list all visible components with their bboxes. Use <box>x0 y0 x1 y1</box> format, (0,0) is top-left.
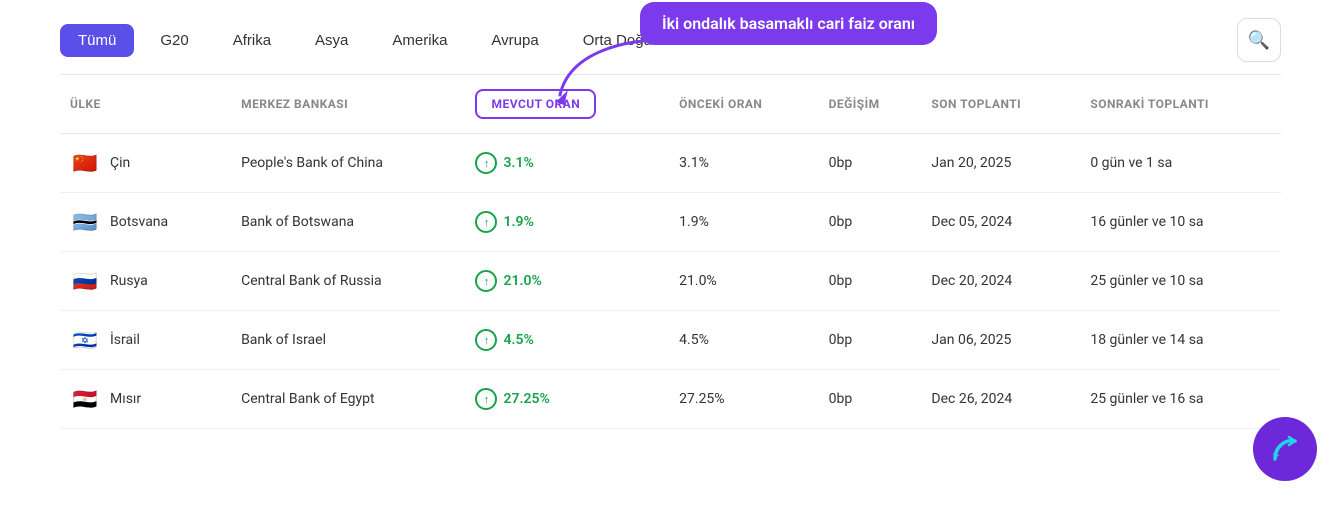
flag-3: 🇮🇱 <box>70 325 100 355</box>
logo-circle <box>1253 417 1317 481</box>
flag-4: 🇪🇬 <box>70 384 100 414</box>
search-button[interactable]: 🔍 <box>1237 18 1281 62</box>
nav-btn-asya[interactable]: Asya <box>297 24 366 57</box>
table-row[interactable]: 🇷🇺 Rusya Central Bank of Russia ↑ 21.0% … <box>60 252 1281 311</box>
top-nav: Tümü G20 Afrika Asya Amerika Avrupa Orta… <box>0 0 1341 74</box>
rate-up-icon-3: ↑ <box>475 329 497 351</box>
rate-up-icon-0: ↑ <box>475 152 497 174</box>
rate-value-0: 3.1% <box>503 155 533 171</box>
cell-bank-4: Central Bank of Egypt <box>231 370 465 429</box>
flag-2: 🇷🇺 <box>70 266 100 296</box>
cell-country-1: 🇧🇼 Botsvana <box>60 193 231 252</box>
flag-0: 🇨🇳 <box>70 148 100 178</box>
nav-btn-tumu[interactable]: Tümü <box>60 24 134 57</box>
cell-degisim-2: 0bp <box>819 252 922 311</box>
cell-country-2: 🇷🇺 Rusya <box>60 252 231 311</box>
cell-degisim-3: 0bp <box>819 311 922 370</box>
cell-country-0: 🇨🇳 Çin <box>60 134 231 193</box>
annotation-container: İki ondalık basamaklı cari faiz oranı <box>540 2 937 45</box>
country-name-4: Mısır <box>110 391 141 407</box>
cell-degisim-0: 0bp <box>819 134 922 193</box>
nav-btn-g20[interactable]: G20 <box>142 24 206 57</box>
annotation-bubble: İki ondalık basamaklı cari faiz oranı <box>640 2 937 45</box>
cell-onceki-2: 21.0% <box>669 252 818 311</box>
cell-degisim-4: 0bp <box>819 370 922 429</box>
cell-mevcut-3: ↑ 4.5% <box>465 311 669 370</box>
flag-1: 🇧🇼 <box>70 207 100 237</box>
col-ulke: ÜLKE <box>60 75 231 134</box>
cell-onceki-1: 1.9% <box>669 193 818 252</box>
cell-bank-3: Bank of Israel <box>231 311 465 370</box>
cell-bank-0: People's Bank of China <box>231 134 465 193</box>
col-son: SON TOPLANTI <box>921 75 1080 134</box>
cell-son-0: Jan 20, 2025 <box>921 134 1080 193</box>
cell-onceki-3: 4.5% <box>669 311 818 370</box>
annotation-text: İki ondalık basamaklı cari faiz oranı <box>662 14 915 33</box>
cell-sonraki-1: 16 günler ve 10 sa <box>1080 193 1281 252</box>
cell-son-4: Dec 26, 2024 <box>921 370 1080 429</box>
cell-onceki-4: 27.25% <box>669 370 818 429</box>
col-merkez: MERKEZ BANKASI <box>231 75 465 134</box>
cell-sonraki-0: 0 gün ve 1 sa <box>1080 134 1281 193</box>
rate-value-1: 1.9% <box>503 214 533 230</box>
cell-mevcut-4: ↑ 27.25% <box>465 370 669 429</box>
cell-son-2: Dec 20, 2024 <box>921 252 1080 311</box>
rate-up-icon-2: ↑ <box>475 270 497 292</box>
table-row[interactable]: 🇮🇱 İsrail Bank of Israel ↑ 4.5% 4.5% 0bp… <box>60 311 1281 370</box>
cell-onceki-0: 3.1% <box>669 134 818 193</box>
col-degisim: DEĞİŞİM <box>819 75 922 134</box>
cell-country-4: 🇪🇬 Mısır <box>60 370 231 429</box>
cell-mevcut-2: ↑ 21.0% <box>465 252 669 311</box>
rate-value-4: 27.25% <box>503 391 549 407</box>
cell-sonraki-2: 25 günler ve 10 sa <box>1080 252 1281 311</box>
cell-degisim-1: 0bp <box>819 193 922 252</box>
cell-son-1: Dec 05, 2024 <box>921 193 1080 252</box>
rate-up-icon-4: ↑ <box>475 388 497 410</box>
table-row[interactable]: 🇪🇬 Mısır Central Bank of Egypt ↑ 27.25% … <box>60 370 1281 429</box>
col-sonraki: SONRAKİ TOPLANTI <box>1080 75 1281 134</box>
cell-country-3: 🇮🇱 İsrail <box>60 311 231 370</box>
cell-mevcut-1: ↑ 1.9% <box>465 193 669 252</box>
country-name-2: Rusya <box>110 273 148 289</box>
table-row[interactable]: 🇨🇳 Çin People's Bank of China ↑ 3.1% 3.1… <box>60 134 1281 193</box>
country-name-0: Çin <box>110 155 130 171</box>
nav-btn-amerika[interactable]: Amerika <box>374 24 465 57</box>
cell-mevcut-0: ↑ 3.1% <box>465 134 669 193</box>
search-icon: 🔍 <box>1248 30 1270 51</box>
rate-up-icon-1: ↑ <box>475 211 497 233</box>
col-onceki: ÖNCEKİ ORAN <box>669 75 818 134</box>
rate-value-3: 4.5% <box>503 332 533 348</box>
rates-table: ÜLKE MERKEZ BANKASI MEVCUT ORAN ÖNCEKİ O… <box>60 74 1281 429</box>
nav-btn-afrika[interactable]: Afrika <box>215 24 289 57</box>
cell-bank-2: Central Bank of Russia <box>231 252 465 311</box>
country-name-3: İsrail <box>110 332 140 348</box>
cell-son-3: Jan 06, 2025 <box>921 311 1080 370</box>
cell-bank-1: Bank of Botswana <box>231 193 465 252</box>
cell-sonraki-4: 25 günler ve 16 sa <box>1080 370 1281 429</box>
country-name-1: Botsvana <box>110 214 168 230</box>
rate-value-2: 21.0% <box>503 273 541 289</box>
data-table-wrapper: ÜLKE MERKEZ BANKASI MEVCUT ORAN ÖNCEKİ O… <box>0 74 1341 429</box>
cell-sonraki-3: 18 günler ve 14 sa <box>1080 311 1281 370</box>
table-row[interactable]: 🇧🇼 Botsvana Bank of Botswana ↑ 1.9% 1.9%… <box>60 193 1281 252</box>
